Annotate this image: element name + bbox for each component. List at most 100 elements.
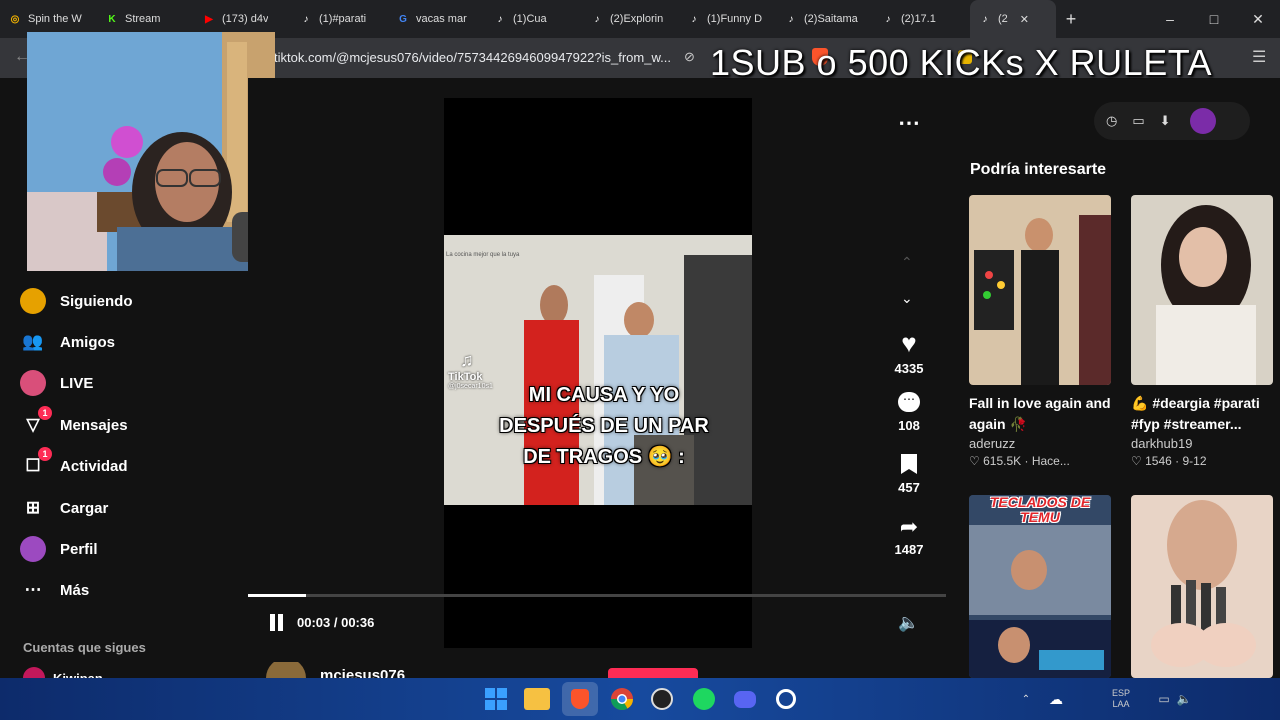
recommended-card[interactable]: TECLADOS DE TEMU [969, 495, 1111, 678]
tab-label: (2)Explorin [610, 13, 664, 25]
live-avatar-icon [20, 370, 46, 396]
following-avatar-icon [20, 288, 46, 314]
caption-line-3: DE TRAGOS 🥹 : [523, 446, 685, 468]
nav-item[interactable]: 👥 Amigos [20, 329, 115, 355]
language-indicator[interactable]: ESP LAA [1112, 688, 1130, 710]
follow-button[interactable] [608, 668, 698, 678]
volume-icon[interactable]: 🔈 [898, 613, 919, 633]
google-icon: G [399, 13, 407, 25]
messages-icon: ▽ 1 [20, 406, 52, 438]
author-row[interactable]: mcjesus076 [266, 662, 405, 678]
more-options-icon[interactable]: ⋯ [898, 110, 920, 136]
tiktok-icon: ♪ [885, 13, 891, 25]
windows-taskbar: ⌃ ☁ ESP LAA ▭ 🔈 [0, 678, 1280, 720]
brave-browser-icon[interactable] [562, 682, 598, 716]
like-button[interactable]: ♥ 4335 [889, 328, 929, 376]
kick-icon: K [108, 13, 116, 25]
progress-fill [248, 594, 307, 597]
file-explorer-icon[interactable] [524, 688, 550, 710]
browser-tab[interactable]: ♪ (2)Explorin [582, 0, 679, 38]
close-window-button[interactable]: ✕ [1236, 0, 1280, 38]
tiktok-icon: ♪ [691, 13, 697, 25]
card-meta: ♡ 615.5K · Hace... [969, 454, 1070, 468]
comment-button[interactable]: ⋯ 108 [889, 392, 929, 433]
browser-tab[interactable]: ♪ (1)#parati [291, 0, 388, 38]
card-likes: 1546 [1145, 454, 1172, 468]
windows-start-icon[interactable] [482, 685, 510, 713]
maximize-button[interactable]: □ [1192, 0, 1236, 38]
language-code: ESP [1112, 688, 1131, 698]
nav-label: Mensajes [60, 416, 128, 434]
share-button[interactable]: ➦ 1487 [889, 514, 929, 557]
nav-label: Cargar [60, 499, 109, 517]
nav-label: Perfil [60, 540, 98, 558]
speaker-icon[interactable]: 🔈 [1170, 685, 1198, 713]
profile-avatar-icon [20, 536, 46, 562]
browser-tab[interactable]: ♪ (2)17.1 [873, 0, 970, 38]
recommended-card[interactable]: Fall in love again and again 🥀 aderuzz ♡… [969, 195, 1111, 468]
time-separator: / [330, 615, 342, 630]
tray-chevron-icon[interactable]: ⌃ [1012, 685, 1040, 713]
discord-icon[interactable] [731, 685, 759, 713]
nav-item[interactable]: ⋯ Más [20, 577, 90, 603]
card-thumbnail [1131, 195, 1273, 385]
nav-item[interactable]: ⊞ Cargar [20, 495, 108, 521]
download-icon[interactable]: ⬇ [1160, 113, 1171, 129]
notification-badge: 1 [38, 447, 52, 461]
youtube-icon: ▶ [205, 13, 213, 25]
video-frame[interactable]: La cocina mejor que la tuya ♫ TikTok @j0… [444, 98, 752, 648]
card-thumbnail [1131, 495, 1273, 678]
onedrive-icon[interactable]: ☁ [1042, 685, 1070, 713]
streamer-webcam [27, 32, 275, 271]
following-heading: Cuentas que sigues [23, 640, 146, 655]
tab-label: (2 [998, 13, 1008, 25]
minimize-button[interactable]: – [1148, 0, 1192, 38]
nav-item[interactable]: ▽ 1 Mensajes [20, 406, 128, 438]
time-display: 00:03 / 00:36 [297, 615, 374, 630]
browser-tab[interactable]: ♪ (2)Saitama [776, 0, 873, 38]
nav-item[interactable]: ☐ 1 Actividad [20, 447, 128, 479]
previous-video-icon[interactable]: ⌃ [901, 254, 913, 271]
caption-line-2: DESPUÉS DE UN PAR [499, 415, 709, 437]
browser-tab[interactable]: ♪ (1)Funny D [679, 0, 776, 38]
browser-tab[interactable]: Gvacas mar [388, 0, 485, 38]
url-field[interactable]: tiktok.com/@mcjesus076/video/75734426946… [274, 50, 671, 65]
nav-label: Más [60, 581, 90, 599]
next-video-icon[interactable]: ⌄ [901, 290, 913, 307]
spotify-icon[interactable] [690, 685, 718, 713]
webcam-feed [27, 32, 275, 271]
nav-item[interactable]: LIVE [20, 370, 93, 396]
nav-item[interactable]: Perfil [20, 536, 98, 562]
pause-button[interactable] [270, 614, 283, 631]
notification-badge: 1 [38, 406, 52, 420]
menu-icon[interactable]: ☰ [1252, 47, 1266, 67]
nav-item[interactable]: Siguiendo [20, 288, 133, 314]
video-content: La cocina mejor que la tuya ♫ TikTok @j0… [444, 235, 752, 505]
coin-icon[interactable]: ◷ [1106, 113, 1117, 129]
recommended-card[interactable]: 💪 #deargia #parati #fyp #streamer... dar… [1131, 195, 1273, 468]
upload-icon: ⊞ [25, 498, 41, 517]
progress-bar[interactable] [248, 594, 946, 597]
card-meta: ♡ 1546 · 9-12 [1131, 454, 1207, 468]
tab-label: Spin the W [28, 13, 82, 25]
no-track-icon[interactable]: ⊘ [684, 49, 695, 65]
chrome-icon[interactable] [608, 685, 636, 713]
phone-icon[interactable]: ▭ [1132, 113, 1144, 129]
tiktok-icon: ♪ [594, 13, 600, 25]
tab-label: (2)Saitama [804, 13, 858, 25]
comment-count: 108 [898, 418, 920, 433]
author-avatar [266, 662, 306, 678]
activity-icon: ☐ 1 [20, 447, 52, 479]
save-button[interactable]: 457 [889, 454, 929, 495]
recommended-card[interactable] [1131, 495, 1273, 678]
browser-tab[interactable]: ♪ (2 ✕ [970, 0, 1056, 38]
save-count: 457 [898, 480, 920, 495]
comment-icon: ⋯ [898, 392, 920, 412]
new-tab-button[interactable]: + [1056, 0, 1086, 38]
app-icon[interactable] [772, 685, 800, 713]
obs-icon[interactable] [648, 685, 676, 713]
close-tab-icon[interactable]: ✕ [1020, 13, 1029, 26]
browser-tab[interactable]: ♪ (1)Cua [485, 0, 582, 38]
card-title: 💪 #deargia #parati #fyp #streamer... [1131, 395, 1260, 432]
user-avatar[interactable] [1189, 108, 1216, 134]
